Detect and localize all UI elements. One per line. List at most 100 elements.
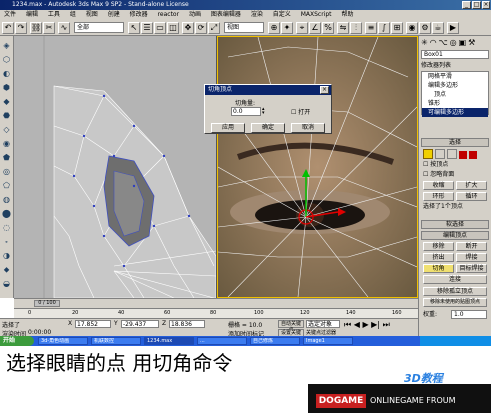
window-crossing-icon[interactable]: ◫ <box>167 22 179 34</box>
rect-select-icon[interactable]: ▭ <box>154 22 166 34</box>
break-button[interactable]: 断开 <box>456 242 487 251</box>
stack-item[interactable]: 顶点 <box>422 90 488 99</box>
key-filters-button[interactable]: 关键点过滤器 <box>306 329 336 336</box>
element-icon[interactable] <box>468 151 477 159</box>
chamfer-amount-input[interactable]: 0.0 <box>231 107 261 116</box>
object-name-field[interactable]: Box01 <box>421 50 489 59</box>
time-slider[interactable]: 0 / 100 <box>14 298 418 308</box>
tool-icon-7[interactable]: ◇ <box>1 124 12 135</box>
shrink-button[interactable]: 收缩 <box>423 181 454 190</box>
menu-edit[interactable]: 编辑 <box>26 11 38 18</box>
create-tab-icon[interactable]: ✳ <box>421 38 428 47</box>
taskbar-item-active[interactable]: 1234.max <box>144 337 194 345</box>
stack-item[interactable]: 网格平滑 <box>422 72 488 81</box>
next-frame-icon[interactable]: ▶| <box>371 320 380 329</box>
tool-icon-3[interactable]: ◐ <box>1 68 12 79</box>
play-icon[interactable]: ▶ <box>362 320 368 329</box>
ignore-backfacing-checkbox[interactable]: ☐ 忽略背面 <box>423 170 489 179</box>
menu-views[interactable]: 视图 <box>86 11 98 18</box>
mirror-icon[interactable]: ⇋ <box>337 22 349 34</box>
target-weld-button[interactable]: 目标焊接 <box>456 264 487 273</box>
redo-icon[interactable]: ↷ <box>15 22 27 34</box>
dialog-close-button[interactable]: × <box>320 86 329 94</box>
chamfer-button[interactable]: 切角 <box>423 264 454 273</box>
manipulate-icon[interactable]: ✦ <box>281 22 293 34</box>
layers-icon[interactable]: ≡ <box>365 22 377 34</box>
selection-filter-dropdown[interactable]: 全部 <box>74 22 124 33</box>
auto-key-button[interactable]: 自动关键点 <box>278 320 304 333</box>
render-icon[interactable]: ☕ <box>432 22 444 34</box>
hierarchy-tab-icon[interactable]: ⌥ <box>439 38 448 47</box>
percent-snap-icon[interactable]: % <box>322 22 334 34</box>
stack-item[interactable]: 编辑多边形 <box>422 81 488 90</box>
tool-icon-5[interactable]: ◆ <box>1 96 12 107</box>
tool-icon-4[interactable]: ⬢ <box>1 82 12 93</box>
motion-tab-icon[interactable]: ◎ <box>450 38 457 47</box>
rotate-icon[interactable]: ⟳ <box>195 22 207 34</box>
y-coord-field[interactable]: -29.437 <box>121 320 159 328</box>
x-coord-field[interactable]: 17.852 <box>75 320 111 328</box>
z-coord-field[interactable]: 18.836 <box>169 320 205 328</box>
tool-icon-16[interactable]: ◑ <box>1 250 12 261</box>
minimize-button[interactable]: _ <box>462 1 471 9</box>
remove-button[interactable]: 移除 <box>423 242 454 251</box>
prev-frame-icon[interactable]: ◀ <box>354 320 360 329</box>
pivot-icon[interactable]: ⊕ <box>268 22 280 34</box>
rollout-edit-vertices[interactable]: 编辑顶点 <box>421 231 489 240</box>
quick-render-icon[interactable]: ▶ <box>447 22 459 34</box>
goto-end-icon[interactable]: ⏭ <box>383 320 390 329</box>
unlink-icon[interactable]: ✂ <box>43 22 55 34</box>
menu-help[interactable]: 帮助 <box>341 11 353 18</box>
snap-icon[interactable]: ⌖ <box>296 22 308 34</box>
connect-button[interactable]: 连接 <box>423 275 487 284</box>
tool-icon-12[interactable]: ◍ <box>1 194 12 205</box>
tool-icon-15[interactable]: ⬞ <box>1 236 12 247</box>
menu-customize[interactable]: 自定义 <box>273 11 291 18</box>
cancel-button[interactable]: 取消 <box>291 123 325 133</box>
spinner-arrows-icon[interactable]: ▴ ▾ <box>262 107 267 116</box>
ok-button[interactable]: 确定 <box>251 123 285 133</box>
align-icon[interactable]: ⫶ <box>350 22 362 34</box>
material-editor-icon[interactable]: ◉ <box>406 22 418 34</box>
tool-icon-10[interactable]: ◎ <box>1 166 12 177</box>
rollout-soft-selection[interactable]: 软选择 <box>421 220 489 229</box>
menu-graph-editors[interactable]: 图表编辑器 <box>211 11 241 18</box>
track-bar[interactable]: 0 20 40 60 80 100 120 140 160 <box>14 308 418 318</box>
taskbar-item[interactable]: ... <box>197 337 247 345</box>
scale-icon[interactable]: ⤢ <box>208 22 220 34</box>
by-vertex-checkbox[interactable]: ☐ 按顶点 <box>423 160 489 169</box>
menu-animation[interactable]: 动画 <box>189 11 201 18</box>
angle-snap-icon[interactable]: ∠ <box>309 22 321 34</box>
curve-editor-icon[interactable]: ∫ <box>378 22 390 34</box>
taskbar-item[interactable]: Image1 <box>303 337 353 345</box>
tool-icon-17[interactable]: ⬥ <box>1 264 12 275</box>
close-button[interactable]: × <box>482 1 490 9</box>
menu-group[interactable]: 组 <box>70 11 76 18</box>
taskbar-item[interactable]: 自己修炼 <box>250 337 300 345</box>
remove-unused-map-button[interactable]: 移除未使用的贴图顶点 <box>423 298 487 307</box>
rollout-selection[interactable]: 选择 <box>421 138 489 147</box>
bind-spacewarp-icon[interactable]: ∿ <box>58 22 70 34</box>
weight-input[interactable]: 1.0 <box>451 310 487 319</box>
schematic-icon[interactable]: ⊞ <box>391 22 403 34</box>
taskbar-item[interactable]: 3d-角色动画 <box>38 337 88 345</box>
select-icon[interactable]: ↖ <box>128 22 140 34</box>
utilities-tab-icon[interactable]: ⚒ <box>468 38 475 47</box>
selected-objects-dropdown[interactable]: 选定对象 <box>306 320 340 328</box>
start-button[interactable]: 开始 <box>0 336 34 346</box>
weld-button[interactable]: 焊接 <box>456 253 487 262</box>
goto-start-icon[interactable]: ⏮ <box>344 320 351 329</box>
apply-button[interactable]: 应用 <box>211 123 245 133</box>
undo-icon[interactable]: ↶ <box>2 22 14 34</box>
edge-icon[interactable] <box>434 149 445 159</box>
render-setup-icon[interactable]: ⚙ <box>419 22 431 34</box>
display-tab-icon[interactable]: ▣ <box>459 38 467 47</box>
ref-coord-dropdown[interactable]: 视图 <box>224 22 264 33</box>
stack-item-selected[interactable]: 可编辑多边形 <box>422 108 488 117</box>
link-icon[interactable]: ⛓ <box>30 22 42 34</box>
maximize-button[interactable]: □ <box>472 1 481 9</box>
taskbar-item[interactable]: 机联数控 <box>91 337 141 345</box>
open-checkbox[interactable]: ☐ 打开 <box>291 107 310 116</box>
loop-button[interactable]: 循环 <box>456 192 487 201</box>
tool-icon-18[interactable]: ◒ <box>1 278 12 289</box>
